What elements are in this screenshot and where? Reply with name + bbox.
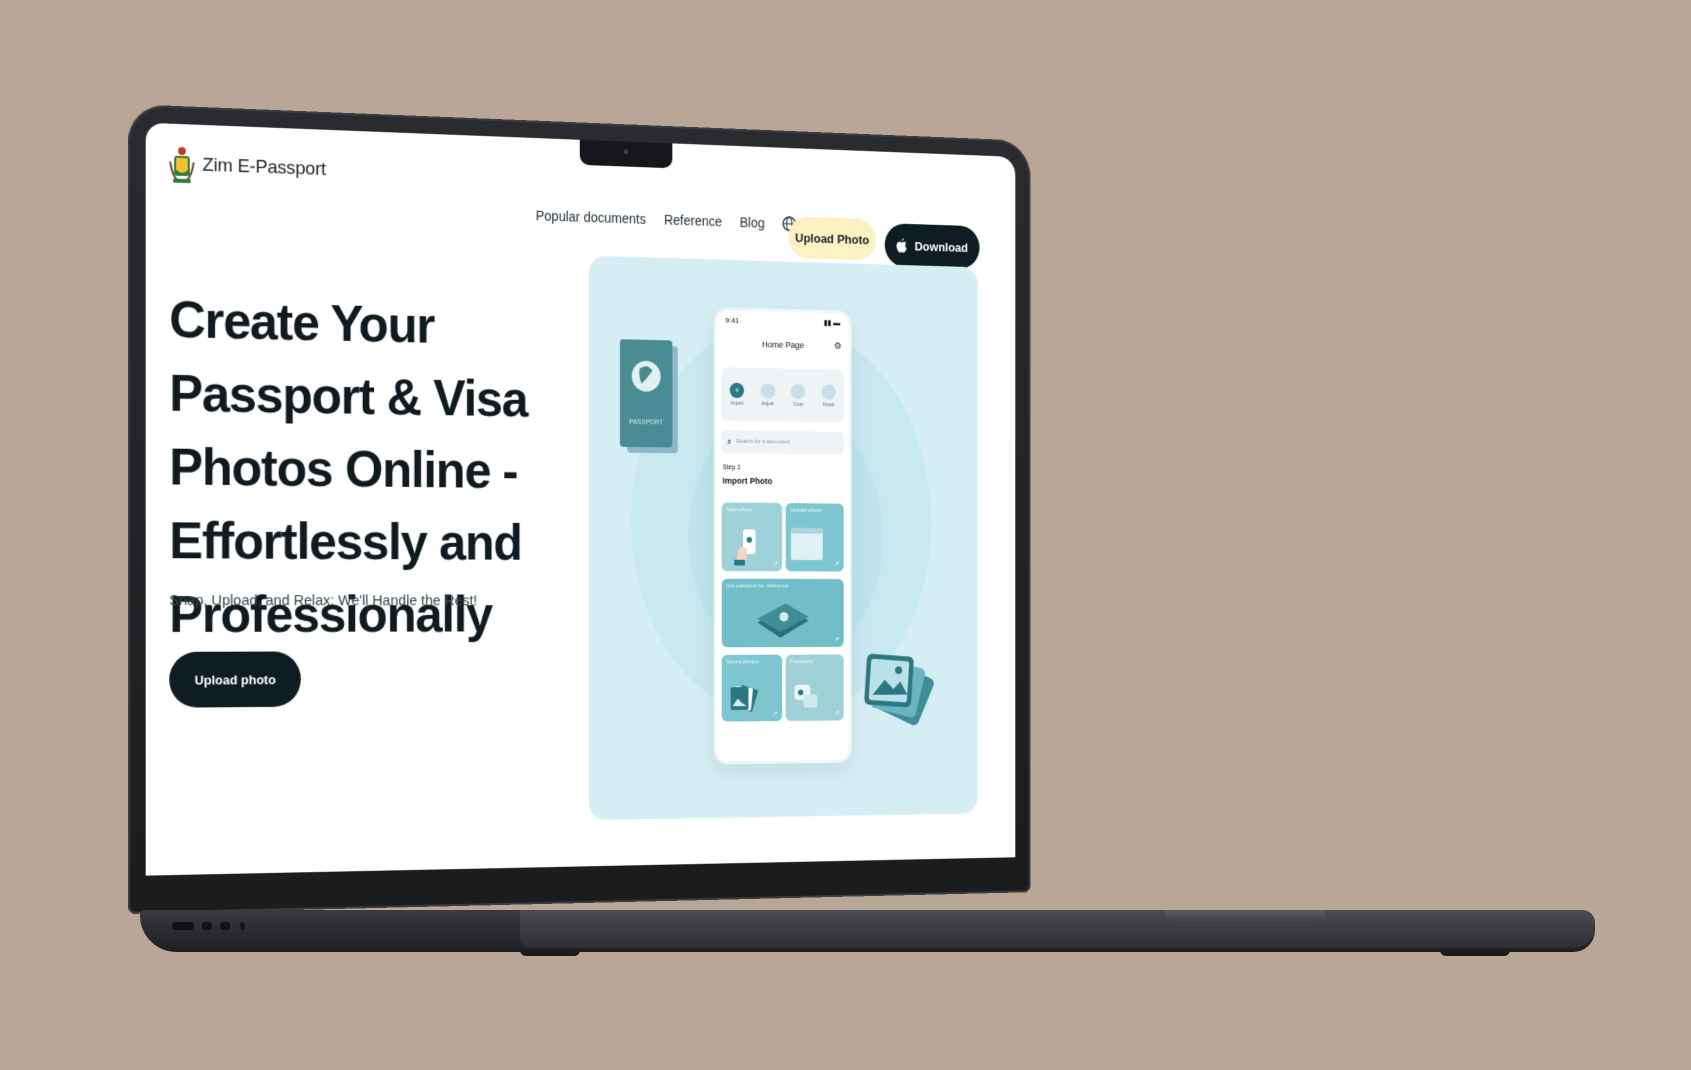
download-label: Download xyxy=(914,238,969,255)
step-import[interactable]: + Import xyxy=(729,382,745,407)
saved-photos-card[interactable]: Saved photos ↗ xyxy=(721,654,783,722)
hero-subtitle: Snap, Upload, and Relax: We'll Handle th… xyxy=(169,592,478,610)
feedback-label: Feedback xyxy=(790,659,814,666)
headphone-jack xyxy=(240,922,245,930)
laptop-base xyxy=(140,910,1595,952)
site-logo[interactable]: Zim E-Passport xyxy=(169,146,326,189)
passport-icon: PASSPORT xyxy=(619,339,678,454)
brand-name: Zim E-Passport xyxy=(202,154,326,180)
passport-book-icon xyxy=(757,603,809,638)
laptop-foot-2 xyxy=(1440,950,1510,956)
camera-notch xyxy=(579,139,673,169)
phone-step-label: Step 1 xyxy=(722,464,741,472)
nav-link-reference[interactable]: Reference xyxy=(664,212,722,229)
apple-icon xyxy=(896,237,908,253)
feedback-bubble-icon xyxy=(794,684,818,708)
usb-c-port xyxy=(202,922,212,930)
download-button[interactable]: Download xyxy=(884,223,980,270)
step-adjust-indicator xyxy=(760,382,775,399)
arrow-icon: ↗ xyxy=(834,710,840,717)
hero-upload-label: Upload photo xyxy=(194,671,276,688)
phone-mockup: 9:41 ▮▮ ▬ Home Page ⚙ + Import Adjust Cr… xyxy=(713,307,852,765)
laptop-screen: Zim E-Passport Popular documents Referen… xyxy=(145,122,1016,876)
upload-photo-nav-button[interactable]: Upload Photo xyxy=(788,216,877,261)
search-icon: ⌕ xyxy=(727,436,732,446)
photo-stack-icon xyxy=(863,653,936,727)
reference-passport-card[interactable]: Get passport for reference ↗ xyxy=(721,578,844,648)
usb-c-port-2 xyxy=(220,922,230,930)
app-showcase: PASSPORT 9:41 ▮▮ ▬ Home Page ⚙ + Import … xyxy=(588,255,978,821)
upload-photo-card[interactable]: Upload photo ↗ xyxy=(785,503,844,572)
hand-phone-icon xyxy=(734,529,756,566)
nav-link-popular-documents[interactable]: Popular documents xyxy=(536,208,646,227)
signal-battery-icon: ▮▮ ▬ xyxy=(823,318,841,328)
browser-window-icon xyxy=(790,527,823,561)
nav-link-blog[interactable]: Blog xyxy=(740,215,765,231)
main-menu: Popular documents Reference Blog xyxy=(536,208,797,232)
phone-time: 9:41 xyxy=(725,315,740,325)
phone-step-title: Import Photo xyxy=(722,475,773,486)
photo-stack-icon xyxy=(730,684,759,713)
step-finish[interactable]: Finish xyxy=(821,383,836,408)
gear-icon[interactable]: ⚙ xyxy=(834,341,842,352)
step-crop[interactable]: Crop xyxy=(791,383,806,408)
phone-status-bar: 9:41 ▮▮ ▬ xyxy=(725,316,840,330)
step-finish-label: Finish xyxy=(822,401,835,408)
phone-search-input[interactable]: ⌕ Search for a document xyxy=(721,430,844,455)
reference-passport-label: Get passport for reference xyxy=(726,583,789,590)
step-crop-indicator xyxy=(791,383,806,399)
step-import-label: Import xyxy=(730,400,744,407)
step-import-indicator: + xyxy=(729,382,745,398)
phone-page-title: Home Page xyxy=(761,339,805,351)
step-crop-label: Crop xyxy=(793,401,804,408)
take-photo-label: Take photo xyxy=(726,507,753,514)
hero-upload-button[interactable]: Upload photo xyxy=(169,651,301,708)
arrow-icon: ↗ xyxy=(834,561,840,568)
saved-photos-label: Saved photos xyxy=(726,659,759,666)
arrow-icon: ↗ xyxy=(772,560,778,568)
upload-photo-nav-label: Upload Photo xyxy=(795,230,870,247)
laptop-lid: Zim E-Passport Popular documents Referen… xyxy=(128,104,1031,914)
coat-of-arms-icon xyxy=(169,147,194,185)
laptop-mockup: Zim E-Passport Popular documents Referen… xyxy=(0,0,1691,1070)
upload-photo-label: Upload photo xyxy=(790,507,822,514)
step-adjust[interactable]: Adjust xyxy=(760,382,775,407)
feedback-card[interactable]: Feedback ↗ xyxy=(785,654,844,721)
arrow-icon: ↗ xyxy=(772,710,778,718)
arrow-icon: ↗ xyxy=(834,636,840,644)
step-adjust-label: Adjust xyxy=(761,400,774,407)
laptop-foot xyxy=(520,950,580,956)
phone-steps: + Import Adjust Crop Finish xyxy=(721,367,844,423)
phone-search-placeholder: Search for a document xyxy=(736,438,790,446)
passport-word: PASSPORT xyxy=(629,419,664,426)
take-photo-card[interactable]: Take photo ↗ xyxy=(721,502,783,572)
laptop-lid-groove xyxy=(1165,910,1325,924)
step-finish-indicator xyxy=(821,383,836,400)
hdmi-port xyxy=(172,922,194,930)
